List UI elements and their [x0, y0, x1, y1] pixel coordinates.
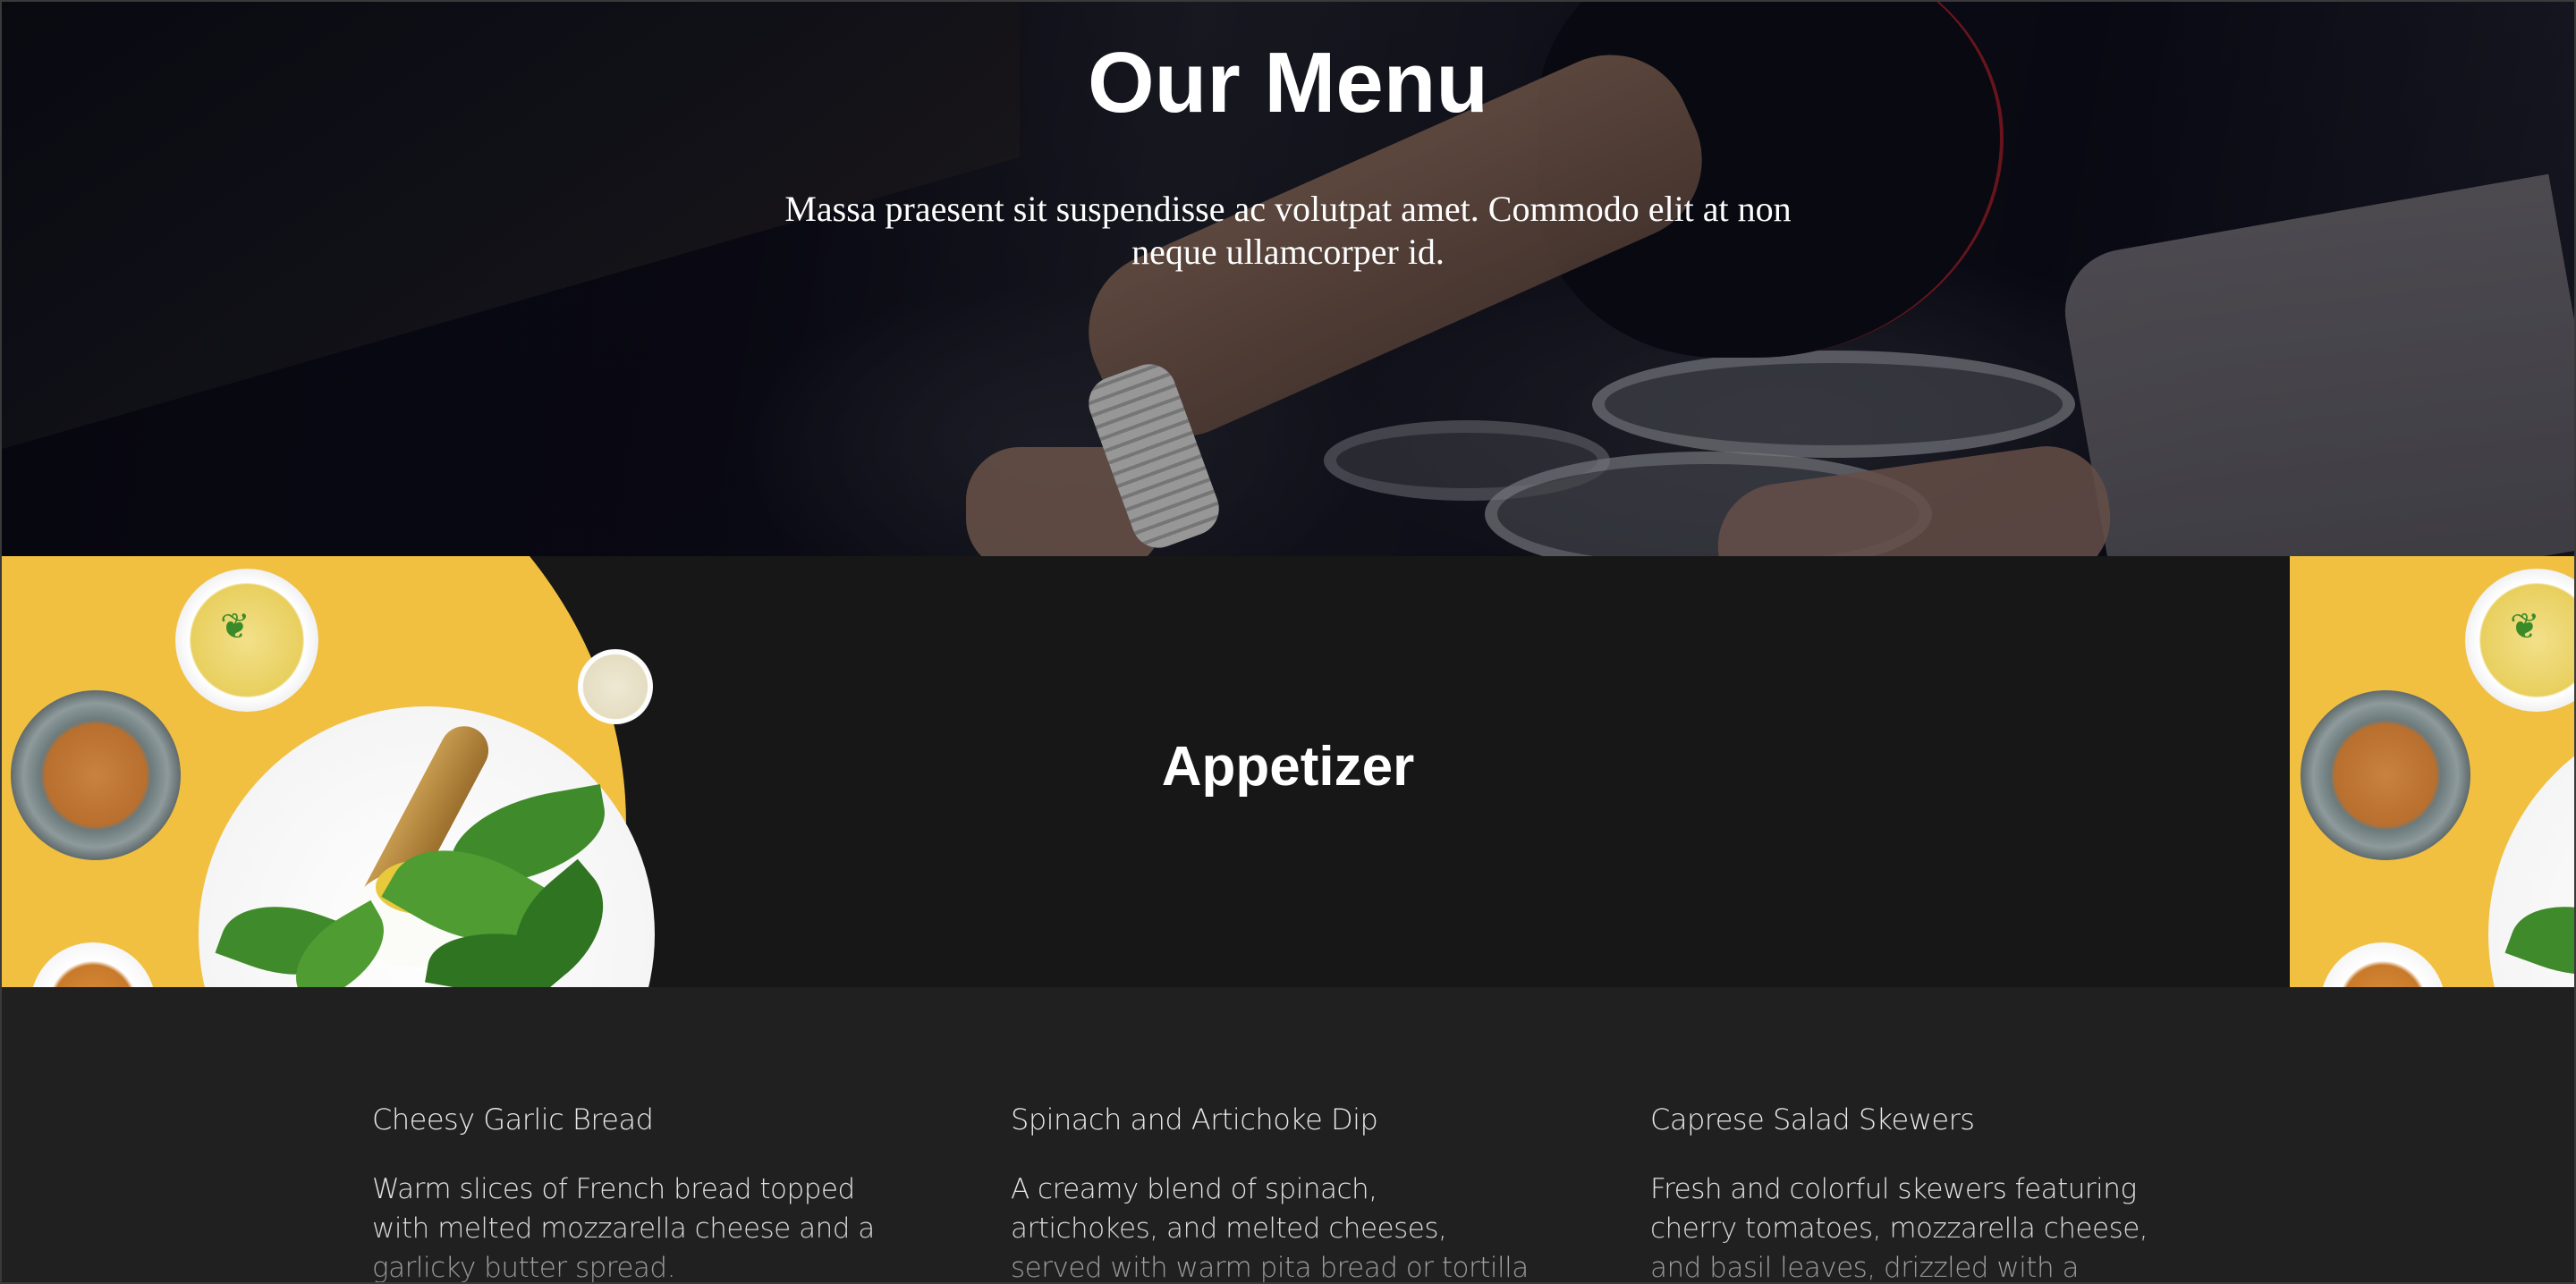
page-title: Our Menu	[1088, 35, 1488, 131]
menu-item-name: Caprese Salad Skewers	[1650, 1102, 1975, 1136]
appetizer-food-image: ❦	[0, 556, 662, 987]
herb-garnish: ❦	[220, 606, 250, 647]
hummus-bowl	[2301, 690, 2470, 860]
menu-item-name: Cheesy Garlic Bread	[372, 1102, 654, 1136]
category-banner: ❦ Appetizer ❦	[0, 556, 2576, 987]
page-subtitle: Massa praesent sit suspendisse ac volutp…	[784, 189, 1792, 272]
herb-garnish: ❦	[2510, 606, 2540, 647]
dip-bowl	[578, 649, 653, 724]
hummus-bowl	[11, 690, 181, 860]
hero-section: Our Menu Massa praesent sit suspendisse …	[0, 0, 2576, 556]
menu-item-name: Spinach and Artichoke Dip	[1011, 1102, 1378, 1136]
category-title: Appetizer	[1161, 736, 1415, 798]
menu-items-section: Cheesy Garlic Bread Warm slices of Frenc…	[0, 987, 2576, 1284]
appetizer-food-image-right: ❦	[2290, 556, 2576, 987]
bottom-fade	[0, 1221, 2576, 1284]
sauce-bowl	[2320, 942, 2445, 987]
